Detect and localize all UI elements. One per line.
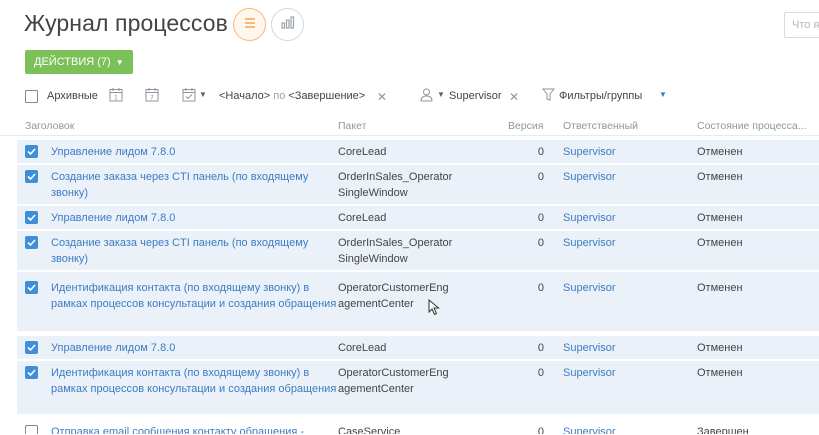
table-row[interactable]: Управление лидом 7.8.0 CoreLead 0 Superv… <box>17 140 819 164</box>
row-checkbox[interactable] <box>25 366 38 379</box>
row-package: CoreLead <box>338 212 387 224</box>
filters-groups-button[interactable]: Фильтры/группы <box>559 90 642 102</box>
mouse-cursor-icon <box>428 298 440 321</box>
row-owner-link[interactable]: Supervisor <box>563 280 616 296</box>
column-version[interactable]: Версия <box>508 120 543 132</box>
date-start: <Начало> <box>219 90 271 102</box>
list-icon <box>243 16 257 34</box>
date-separator: по <box>270 90 289 102</box>
row-checkbox[interactable] <box>25 341 38 354</box>
row-version: 0 <box>537 146 544 158</box>
actions-button[interactable]: ДЕЙСТВИЯ (7) ▼ <box>25 50 133 74</box>
row-state: Отменен <box>697 212 743 224</box>
row-title-link[interactable]: Идентификация контакта (по входящему зво… <box>51 365 346 397</box>
column-state[interactable]: Состояние процесса... <box>697 120 807 132</box>
table-row[interactable]: Отправка email сообщения контакту обраще… <box>17 419 819 435</box>
caret-down-icon[interactable]: ▼ <box>437 90 445 99</box>
table-row[interactable]: Создание заказа через CTI панель (по вхо… <box>17 165 819 205</box>
row-title-link[interactable]: Управление лидом 7.8.0 <box>51 144 351 160</box>
row-title-link[interactable]: Создание заказа через CTI панель (по вхо… <box>51 169 341 201</box>
svg-text:7: 7 <box>150 95 154 102</box>
row-owner-link[interactable]: Supervisor <box>563 340 616 356</box>
column-package[interactable]: Пакет <box>338 120 366 132</box>
row-owner-link[interactable]: Supervisor <box>563 144 616 160</box>
row-owner-link[interactable]: Supervisor <box>563 235 616 251</box>
row-package: CaseService <box>338 426 401 435</box>
date-range-filter[interactable]: <Начало> по <Завершение> <box>219 90 365 102</box>
row-owner-link[interactable]: Supervisor <box>563 424 616 434</box>
caret-down-icon: ▼ <box>115 57 124 67</box>
caret-down-icon[interactable]: ▼ <box>199 90 207 99</box>
calendar-week-icon[interactable]: 7 <box>145 87 159 105</box>
row-title-link[interactable]: Идентификация контакта (по входящему зво… <box>51 280 346 312</box>
archived-checkbox[interactable] <box>25 90 38 103</box>
row-owner-link[interactable]: Supervisor <box>563 365 616 381</box>
row-state: Отменен <box>697 146 743 158</box>
list-view-button[interactable] <box>233 8 266 41</box>
table-row[interactable]: Идентификация контакта (по входящему зво… <box>17 272 819 332</box>
row-version: 0 <box>537 367 544 379</box>
row-state: Отменен <box>697 171 743 183</box>
filter-icon[interactable] <box>541 88 556 105</box>
row-title-link[interactable]: Создание заказа через CTI панель (по вхо… <box>51 235 341 267</box>
row-checkbox[interactable] <box>25 425 38 434</box>
row-version: 0 <box>537 171 544 183</box>
table-row[interactable]: Идентификация контакта (по входящему зво… <box>17 361 819 415</box>
table-row[interactable]: Управление лидом 7.8.0 CoreLead 0 Superv… <box>17 336 819 360</box>
row-version: 0 <box>537 282 544 294</box>
calendar-day-icon[interactable]: 1 <box>109 87 123 105</box>
analytics-view-button[interactable] <box>271 8 304 41</box>
row-state: Отменен <box>697 342 743 354</box>
row-checkbox[interactable] <box>25 145 38 158</box>
calendar-period-icon[interactable] <box>182 87 196 105</box>
row-state: Отменен <box>697 282 743 294</box>
table-row[interactable]: Создание заказа через CTI панель (по вхо… <box>17 231 819 271</box>
row-version: 0 <box>537 426 544 435</box>
row-package: OrderInSales_Operator SingleWindow <box>338 237 453 265</box>
close-icon[interactable]: ✕ <box>509 90 519 104</box>
chart-icon <box>280 15 295 34</box>
row-state: Отменен <box>697 237 743 249</box>
search-input[interactable]: Что я <box>784 12 819 38</box>
row-title-link[interactable]: Управление лидом 7.8.0 <box>51 210 351 226</box>
column-title[interactable]: Заголовок <box>25 120 74 132</box>
table-row[interactable]: Управление лидом 7.8.0 CoreLead 0 Superv… <box>17 206 819 230</box>
row-owner-link[interactable]: Supervisor <box>563 169 616 185</box>
row-package: CoreLead <box>338 146 387 158</box>
row-package: CoreLead <box>338 342 387 354</box>
row-checkbox[interactable] <box>25 281 38 294</box>
actions-label: ДЕЙСТВИЯ (7) <box>34 56 111 68</box>
row-version: 0 <box>537 212 544 224</box>
row-title-link[interactable]: Управление лидом 7.8.0 <box>51 340 351 356</box>
row-state: Отменен <box>697 367 743 379</box>
column-owner[interactable]: Ответственный <box>563 120 638 132</box>
close-icon[interactable]: ✕ <box>377 90 387 104</box>
svg-text:1: 1 <box>114 95 118 102</box>
caret-down-icon[interactable]: ▼ <box>659 90 667 99</box>
table-header: Заголовок Пакет Версия Ответственный Сос… <box>0 119 819 136</box>
row-title-link[interactable]: Отправка email сообщения контакту обраще… <box>51 424 351 434</box>
date-end: <Завершение> <box>288 90 366 102</box>
row-package: OperatorCustomerEng agementCenter <box>338 367 449 395</box>
row-package: OperatorCustomerEng agementCenter <box>338 282 449 310</box>
row-owner-link[interactable]: Supervisor <box>563 210 616 226</box>
page-title: Журнал процессов <box>24 10 228 36</box>
row-state: Завершен <box>697 426 749 435</box>
owner-filter[interactable]: Supervisor <box>449 90 502 102</box>
user-icon[interactable] <box>420 88 433 105</box>
archived-label: Архивные <box>47 90 98 102</box>
row-version: 0 <box>537 342 544 354</box>
row-package: OrderInSales_Operator SingleWindow <box>338 171 453 199</box>
row-version: 0 <box>537 237 544 249</box>
row-checkbox[interactable] <box>25 211 38 224</box>
row-checkbox[interactable] <box>25 236 38 249</box>
row-checkbox[interactable] <box>25 170 38 183</box>
